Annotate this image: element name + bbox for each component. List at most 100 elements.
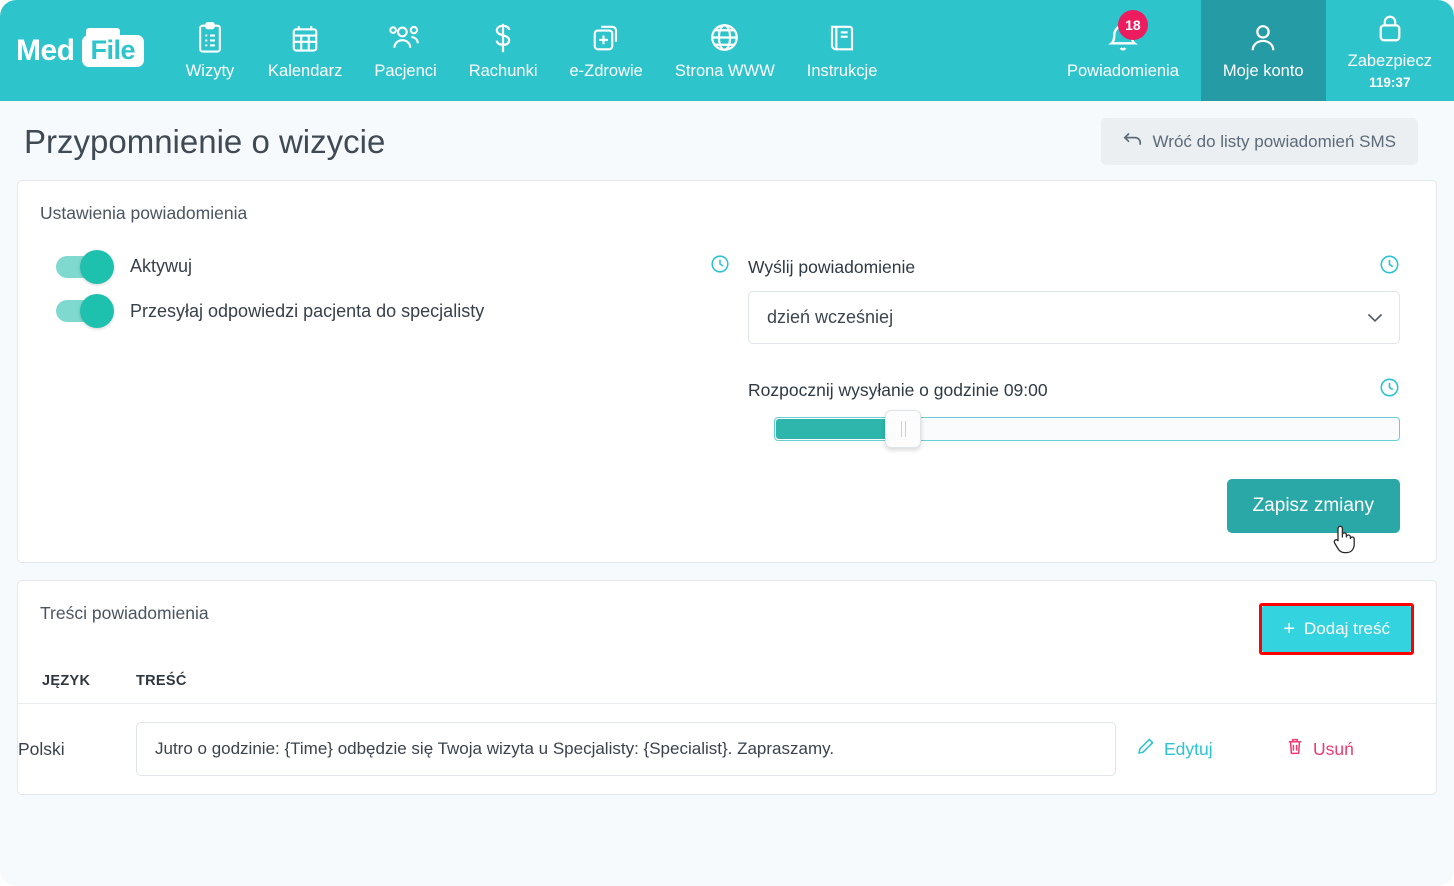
edit-row-button[interactable]: Edytuj [1136,737,1213,761]
chevron-down-icon [1367,307,1383,328]
nav-label: Strona WWW [674,61,775,80]
start-time-slider[interactable] [774,410,1400,448]
content-card-title: Treści powiadomienia [40,603,209,623]
save-row: Zapisz zmiany [18,441,1436,562]
settings-left-column: Aktywuj Przesyłaj odpowiedzi pacjenta do… [18,249,748,441]
edit-label: Edytuj [1164,738,1213,759]
toggle-row-przesylaj: Przesyłaj odpowiedzi pacjenta do specjal… [56,294,748,328]
folder-tab-shape [85,27,120,37]
medical-file-plus-icon [591,21,621,55]
mouse-cursor-pointer [1331,523,1357,555]
send-notification-label: Wyślij powiadomienie [748,256,916,277]
delete-row-button[interactable]: Usuń [1286,737,1354,761]
handle-grip-line [900,421,902,437]
slider-filled-range [776,419,896,439]
notification-settings-card: Ustawienia powiadomienia Aktywuj Przesył… [17,180,1437,563]
trash-icon [1286,737,1304,761]
handle-grip-line [904,421,906,437]
bottom-spacer [0,812,1454,852]
clock-icon-send[interactable] [1379,254,1400,280]
row-delete-cell: Usuń [1286,704,1436,795]
column-header-delete [1286,673,1436,704]
bell-icon: 18 [1107,9,1148,55]
page-title: Przypomnienie o wizycie [24,122,386,160]
main-nav: Wizyty Kalendarz Pacjenci Rachunki e-Zdr… [168,0,893,101]
toggle-aktywuj[interactable] [56,249,114,284]
calendar-icon [290,21,320,55]
plus-icon: + [1283,618,1296,640]
nav-item-rachunki[interactable]: Rachunki [453,0,554,101]
nav-label: Pacjenci [374,61,437,80]
nav-label: Instrukcje [806,61,878,80]
nav-item-strona-www[interactable]: Strona WWW [659,0,791,101]
column-header-edit [1136,673,1286,704]
delete-label: Usuń [1313,738,1354,759]
toggle-row-aktywuj: Aktywuj [56,249,748,284]
content-table: JĘZYK TREŚĆ Polski Jutro o godzinie: {Ti… [18,673,1436,794]
user-icon [1248,21,1278,55]
add-content-highlight-box: + Dodaj treść [1259,603,1414,655]
logo-med-text: Med [16,33,75,67]
send-notification-select[interactable]: dzień wcześniej [748,291,1400,344]
nav-label: Zabezpiecz [1347,52,1432,70]
session-timer: 119:37 [1369,75,1411,90]
nav-label: Wizyty [185,61,235,80]
nav-item-moje-konto[interactable]: Moje konto [1200,0,1326,101]
nav-item-wizyty[interactable]: Wizyty [168,0,252,101]
clock-icon-start-time[interactable] [1379,377,1400,403]
slider-handle[interactable] [885,410,921,448]
send-notification-value: dzień wcześniej [767,307,894,327]
logo-file-text: File [90,34,136,65]
pencil-icon [1136,737,1155,761]
nav-label: Powiadomienia [1066,61,1179,80]
nav-item-kalendarz[interactable]: Kalendarz [252,0,358,101]
nav-label: Moje konto [1222,61,1304,80]
message-text-input[interactable]: Jutro o godzinie: {Time} odbędzie się Tw… [136,722,1116,776]
dollar-icon [489,21,517,55]
toggle-label: Przesyłaj odpowiedzi pacjenta do specjal… [130,300,485,321]
add-button-label: Dodaj treść [1304,619,1390,638]
page-header: Przypomnienie o wizycie Wróć do listy po… [0,101,1454,180]
row-edit-cell: Edytuj [1136,704,1286,795]
app-window: Med File Wizyty Kalendarz Pacjenci Rachu… [0,0,1454,886]
back-arrow-icon [1123,131,1143,152]
table-header-row: JĘZYK TREŚĆ [18,673,1436,704]
content-card-header: Treści powiadomienia + Dodaj treść [18,581,1436,655]
nav-label: e-Zdrowie [569,61,643,80]
nav-item-instrukcje[interactable]: Instrukcje [791,0,894,101]
top-navigation-bar: Med File Wizyty Kalendarz Pacjenci Rachu… [0,0,1454,101]
notification-badge: 18 [1117,9,1148,40]
globe-icon [709,21,740,55]
logo-file-badge: File [81,27,145,67]
nav-item-pacjenci[interactable]: Pacjenci [358,0,452,101]
start-time-label: Rozpocznij wysyłanie o godzinie 09:00 [748,379,1048,400]
nav-item-e-zdrowie[interactable]: e-Zdrowie [554,0,659,101]
toggle-knob [80,294,114,328]
column-header-language: JĘZYK [42,673,91,689]
column-header-content: TREŚĆ [136,673,187,689]
clipboard-icon [195,21,225,55]
toggle-forward-replies[interactable] [56,294,114,328]
back-to-sms-list-button[interactable]: Wróć do listy powiadomień SMS [1100,118,1418,165]
clock-icon-activate[interactable] [710,254,730,279]
save-changes-button[interactable]: Zapisz zmiany [1226,479,1400,554]
nav-label: Kalendarz [268,61,343,80]
add-content-button[interactable]: + Dodaj treść [1262,606,1411,652]
nav-label: Rachunki [468,61,538,80]
nav-item-zabezpiecz[interactable]: Zabezpiecz 119:37 [1326,0,1454,101]
save-button-label: Zapisz zmiany [1252,495,1374,516]
medfile-logo[interactable]: Med File [0,0,158,101]
start-time-slider-block: Rozpocznij wysyłanie o godzinie 09:00 [748,377,1400,448]
send-notification-label-row: Wyślij powiadomienie [748,254,1400,280]
notification-content-card: Treści powiadomienia + Dodaj treść JĘZYK… [17,580,1437,795]
row-message-cell: Jutro o godzinie: {Time} odbędzie się Tw… [122,704,1136,795]
toggle-label: Aktywuj [130,256,193,276]
toggle-knob [80,249,114,284]
start-time-label-row: Rozpocznij wysyłanie o godzinie 09:00 [748,377,1400,403]
table-row: Polski Jutro o godzinie: {Time} odbędzie… [18,703,1436,795]
nav-item-powiadomienia[interactable]: 18 Powiadomienia [1045,0,1201,101]
row-language: Polski [18,738,65,759]
users-icon [388,21,423,55]
settings-card-title: Ustawienia powiadomienia [40,203,248,223]
back-button-label: Wróć do listy powiadomień SMS [1152,131,1396,151]
